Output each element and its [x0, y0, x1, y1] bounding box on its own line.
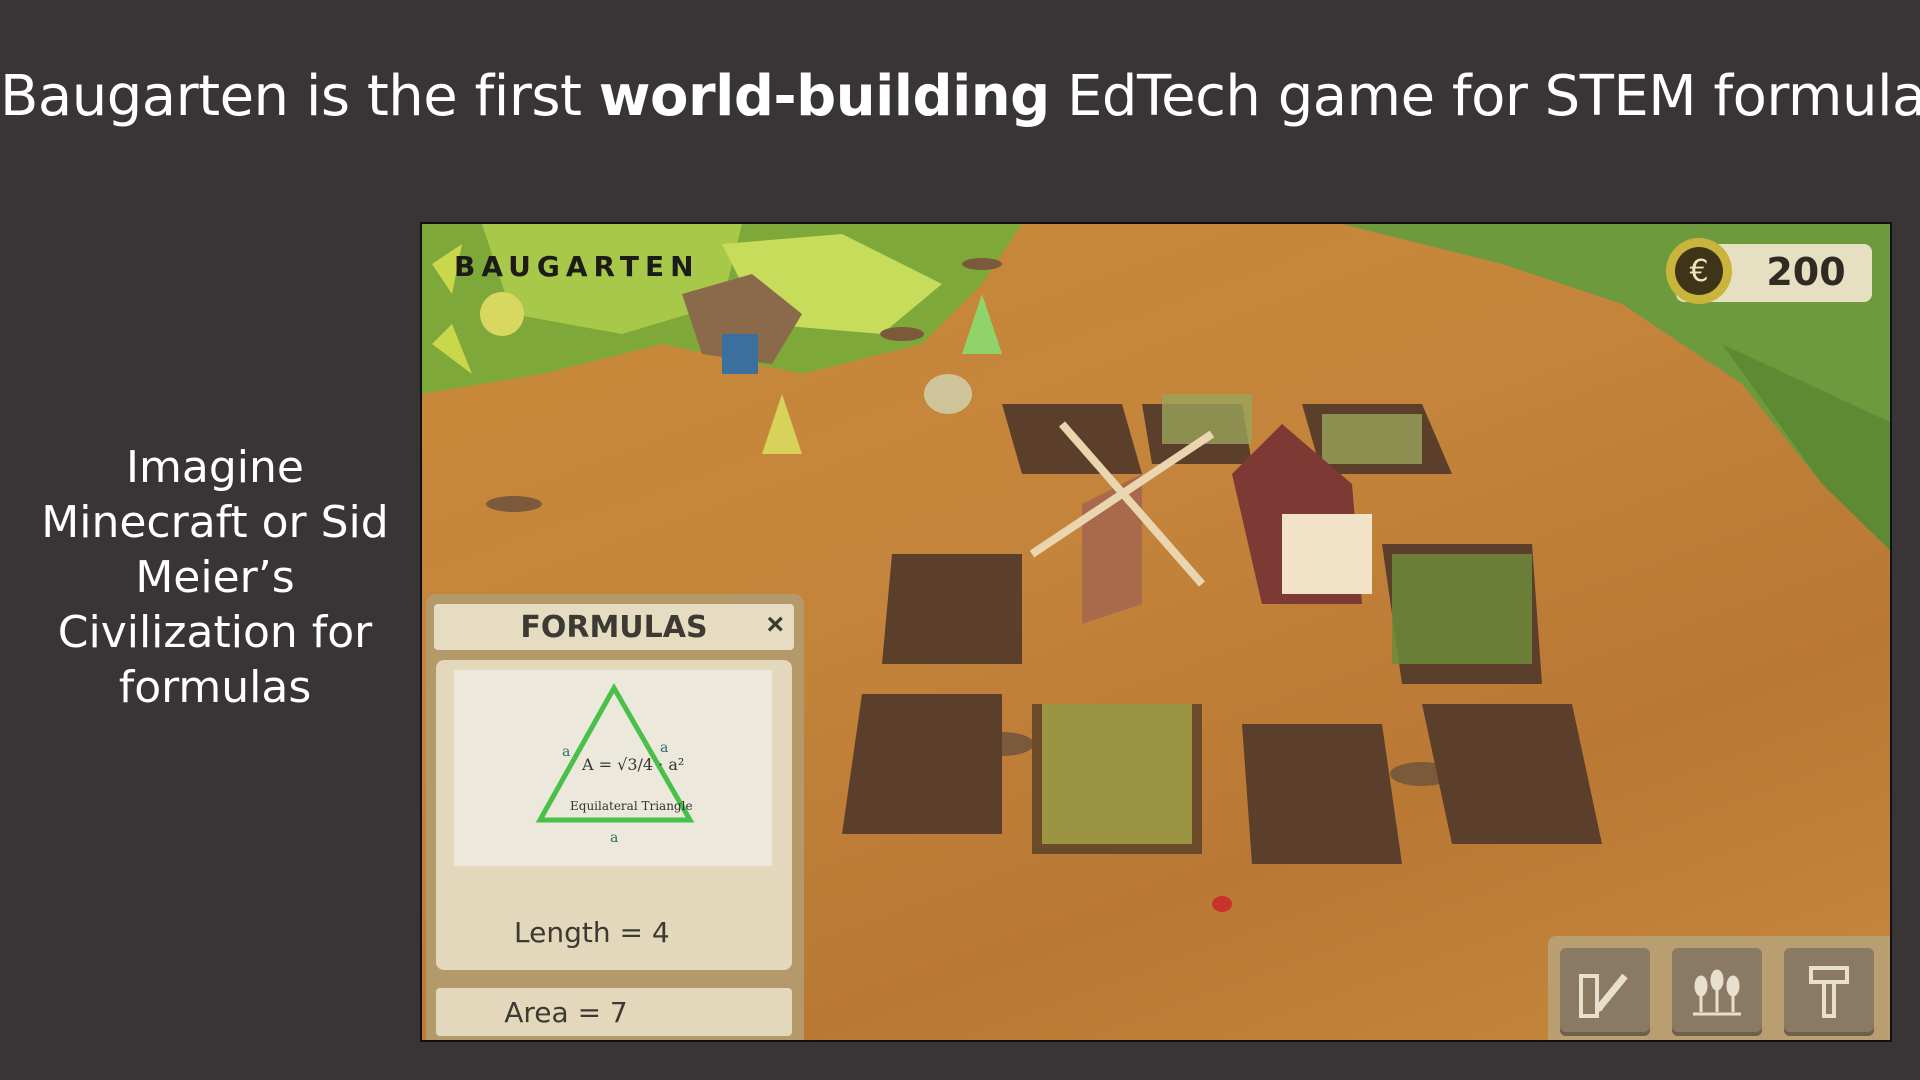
area-box: Area = 7 [436, 988, 792, 1036]
side-line: formulas [118, 662, 312, 713]
waterfall-pool [722, 334, 758, 374]
close-icon[interactable]: × [766, 608, 784, 642]
tree [762, 394, 802, 454]
slide-headline: Baugarten is the first world-building Ed… [0, 64, 1920, 129]
stone [962, 258, 1002, 270]
wheat-icon [1693, 969, 1741, 1016]
crops-button[interactable] [1672, 948, 1762, 1036]
coin-symbol: € [1675, 247, 1723, 295]
formulas-title: FORMULAS [520, 610, 708, 645]
euro-coin-icon: € [1666, 238, 1732, 304]
coin-value: 200 [1766, 250, 1846, 294]
formulas-panel-body: A = √3/4 · a² Equilateral Triangle a a a… [436, 660, 792, 970]
length-value: Length = 4 [514, 916, 670, 949]
edit-button[interactable] [1560, 948, 1650, 1036]
boulder [924, 374, 972, 414]
tree [480, 292, 524, 336]
game-logo: BAUGARTEN [454, 250, 700, 283]
side-line: Civilization for [57, 607, 373, 658]
crop-field [1322, 414, 1422, 464]
side-line: Meier’s [135, 552, 295, 603]
headline-start: Baugarten is the first [0, 64, 599, 129]
formulas-panel: FORMULAS × A = √3/4 · a² Equilateral Tri… [426, 594, 804, 1040]
game-toolbar [1548, 936, 1890, 1040]
stone [486, 496, 542, 512]
field-plot [1422, 704, 1602, 844]
area-value: Area = 7 [504, 996, 628, 1029]
pencil-ruler-icon [1579, 973, 1628, 1018]
headline-end: EdTech game for STEM formulas [1049, 64, 1920, 129]
build-button[interactable] [1784, 948, 1874, 1036]
side-line: Minecraft or Sid [41, 497, 389, 548]
triangle-name: Equilateral Triangle [570, 799, 693, 813]
equilateral-triangle-illustration: A = √3/4 · a² Equilateral Triangle a a a [535, 682, 695, 846]
side-line: Imagine [126, 442, 304, 493]
tree [962, 294, 1002, 354]
formulas-panel-header: FORMULAS × [434, 604, 794, 650]
side-label: a [660, 740, 668, 756]
apple [1212, 896, 1232, 912]
hammer-icon [1809, 966, 1849, 1018]
stone [880, 327, 924, 341]
game-screenshot[interactable]: BAUGARTEN € 200 FORMULAS × A = √3/4 · a²… [420, 222, 1892, 1042]
field-plot [882, 554, 1022, 664]
coin-counter: € 200 [1666, 238, 1872, 304]
formula-card[interactable]: A = √3/4 · a² Equilateral Triangle a a a [454, 670, 772, 866]
field-plot [842, 694, 1002, 834]
crop-field [1392, 554, 1532, 664]
headline-bold: world-building [598, 64, 1050, 129]
formula-text: A = √3/4 · a² [581, 755, 684, 774]
house-wall [1282, 514, 1372, 594]
side-label: a [562, 744, 570, 760]
side-label: a [610, 830, 618, 846]
crop-field [1042, 704, 1192, 844]
side-caption: Imagine Minecraft or Sid Meier’s Civiliz… [20, 440, 410, 715]
field-plot [1242, 724, 1402, 864]
